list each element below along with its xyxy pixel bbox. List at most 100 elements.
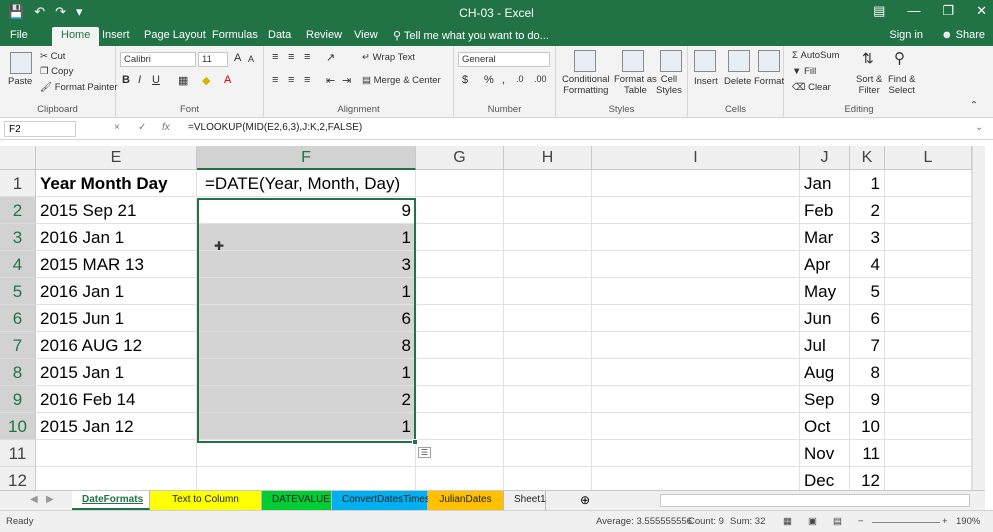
wrap-text-button[interactable]: ↵ Wrap Text <box>362 52 415 63</box>
expand-formula-bar-icon[interactable]: ⌄ <box>975 122 983 133</box>
font-name-select[interactable]: Calibri <box>120 52 196 67</box>
column-header-e[interactable]: E <box>36 146 197 170</box>
cell-l10[interactable] <box>885 413 972 440</box>
cell-j10[interactable]: Oct <box>800 413 850 440</box>
cell-k9[interactable]: 9 <box>850 386 885 413</box>
column-header-l[interactable]: L <box>885 146 972 170</box>
cancel-icon[interactable]: × <box>114 122 120 133</box>
page-break-view-icon[interactable]: ▤ <box>833 516 842 527</box>
delete-cells-button[interactable]: Delete <box>724 76 751 87</box>
cell-h2[interactable] <box>504 197 592 224</box>
fill-button[interactable]: ▼ Fill <box>792 66 816 77</box>
cell-f2[interactable]: 9 <box>197 197 416 224</box>
prev-sheet-icon[interactable]: ◀ <box>30 494 38 505</box>
decrease-indent-icon[interactable]: ⇤ <box>326 74 335 87</box>
cell-j11[interactable]: Nov <box>800 440 850 467</box>
cell-i11[interactable] <box>592 440 800 467</box>
vertical-scrollbar[interactable] <box>972 146 985 490</box>
cell-g5[interactable] <box>416 278 504 305</box>
sheet-tab-datevalue[interactable]: DATEVALUE <box>262 491 332 510</box>
cell-e11[interactable] <box>36 440 197 467</box>
cell-l4[interactable] <box>885 251 972 278</box>
cell-l12[interactable] <box>885 467 972 490</box>
cell-i2[interactable] <box>592 197 800 224</box>
cell-f12[interactable] <box>197 467 416 490</box>
tab-page-layout[interactable]: Page Layout <box>144 29 206 41</box>
row-header-6[interactable]: 6 <box>0 305 36 332</box>
align-middle-icon[interactable]: ≡ <box>288 51 294 63</box>
zoom-out-icon[interactable]: − <box>858 516 864 527</box>
cell-k7[interactable]: 7 <box>850 332 885 359</box>
close-icon[interactable]: ✕ <box>976 3 987 19</box>
cell-f7[interactable]: 8 <box>197 332 416 359</box>
cell-e6[interactable]: 2015 Jun 1 <box>36 305 197 332</box>
cell-e3[interactable]: 2016 Jan 1 <box>36 224 197 251</box>
fill-handle[interactable] <box>412 439 418 445</box>
cell-f9[interactable]: 2 <box>197 386 416 413</box>
cell-e12[interactable] <box>36 467 197 490</box>
insert-function-icon[interactable]: fx <box>162 122 170 133</box>
cell-h10[interactable] <box>504 413 592 440</box>
cell-k12[interactable]: 12 <box>850 467 885 490</box>
number-format-select[interactable]: General <box>458 52 550 67</box>
row-header-7[interactable]: 7 <box>0 332 36 359</box>
cell-h12[interactable] <box>504 467 592 490</box>
cell-j3[interactable]: Mar <box>800 224 850 251</box>
row-header-12[interactable]: 12 <box>0 467 36 490</box>
column-header-j[interactable]: J <box>800 146 850 170</box>
cell-e10[interactable]: 2015 Jan 12 <box>36 413 197 440</box>
tab-view[interactable]: View <box>354 29 378 41</box>
tab-insert[interactable]: Insert <box>102 29 130 41</box>
fill-color-icon[interactable]: ◆ <box>202 74 210 87</box>
next-sheet-icon[interactable]: ▶ <box>46 494 54 505</box>
cell-l8[interactable] <box>885 359 972 386</box>
align-top-icon[interactable]: ≡ <box>272 51 278 63</box>
cell-l2[interactable] <box>885 197 972 224</box>
borders-icon[interactable]: ▦ <box>178 74 188 87</box>
row-header-1[interactable]: 1 <box>0 170 36 197</box>
sort-filter-button[interactable]: Sort & Filter <box>856 74 882 96</box>
cell-g10[interactable] <box>416 413 504 440</box>
cell-styles-icon[interactable] <box>660 50 682 72</box>
font-size-select[interactable]: 11 <box>198 52 228 67</box>
row-header-2[interactable]: 2 <box>0 197 36 224</box>
cell-i3[interactable] <box>592 224 800 251</box>
cell-l11[interactable] <box>885 440 972 467</box>
cell-e8[interactable]: 2015 Jan 1 <box>36 359 197 386</box>
tab-review[interactable]: Review <box>306 29 342 41</box>
cell-g12[interactable] <box>416 467 504 490</box>
find-icon[interactable]: ⚲ <box>894 49 905 67</box>
cell-i10[interactable] <box>592 413 800 440</box>
cell-f4[interactable]: 3 <box>197 251 416 278</box>
copy-button[interactable]: ❐ Copy <box>40 66 73 77</box>
italic-button[interactable]: I <box>138 74 141 86</box>
cell-i5[interactable] <box>592 278 800 305</box>
cell-e4[interactable]: 2015 MAR 13 <box>36 251 197 278</box>
tell-me-box[interactable]: ⚲ Tell me what you want to do... <box>393 29 549 42</box>
orientation-icon[interactable]: ↗ <box>326 51 335 64</box>
underline-button[interactable]: U <box>152 74 160 86</box>
quick-analysis-icon[interactable]: ☰ <box>418 447 431 458</box>
cell-k11[interactable]: 11 <box>850 440 885 467</box>
cell-j5[interactable]: May <box>800 278 850 305</box>
column-header-i[interactable]: I <box>592 146 800 170</box>
align-center-icon[interactable]: ≡ <box>288 74 294 86</box>
cell-i12[interactable] <box>592 467 800 490</box>
enter-icon[interactable]: ✓ <box>138 122 146 133</box>
cell-g7[interactable] <box>416 332 504 359</box>
cell-e5[interactable]: 2016 Jan 1 <box>36 278 197 305</box>
column-header-g[interactable]: G <box>416 146 504 170</box>
cell-l7[interactable] <box>885 332 972 359</box>
cell-h11[interactable] <box>504 440 592 467</box>
cell-f1[interactable]: =DATE(Year, Month, Day) <box>197 170 416 197</box>
add-sheet-icon[interactable]: ⊕ <box>580 493 590 507</box>
zoom-level[interactable]: 190% <box>956 516 980 527</box>
row-header-4[interactable]: 4 <box>0 251 36 278</box>
ribbon-display-icon[interactable]: ▤ <box>873 3 885 19</box>
row-header-3[interactable]: 3 <box>0 224 36 251</box>
cell-e2[interactable]: 2015 Sep 21 <box>36 197 197 224</box>
share-button[interactable]: ☻ Share <box>941 29 985 41</box>
tab-home[interactable]: Home <box>52 27 100 46</box>
cell-j4[interactable]: Apr <box>800 251 850 278</box>
sheet-tab-dateformats[interactable]: DateFormats <box>72 491 150 510</box>
